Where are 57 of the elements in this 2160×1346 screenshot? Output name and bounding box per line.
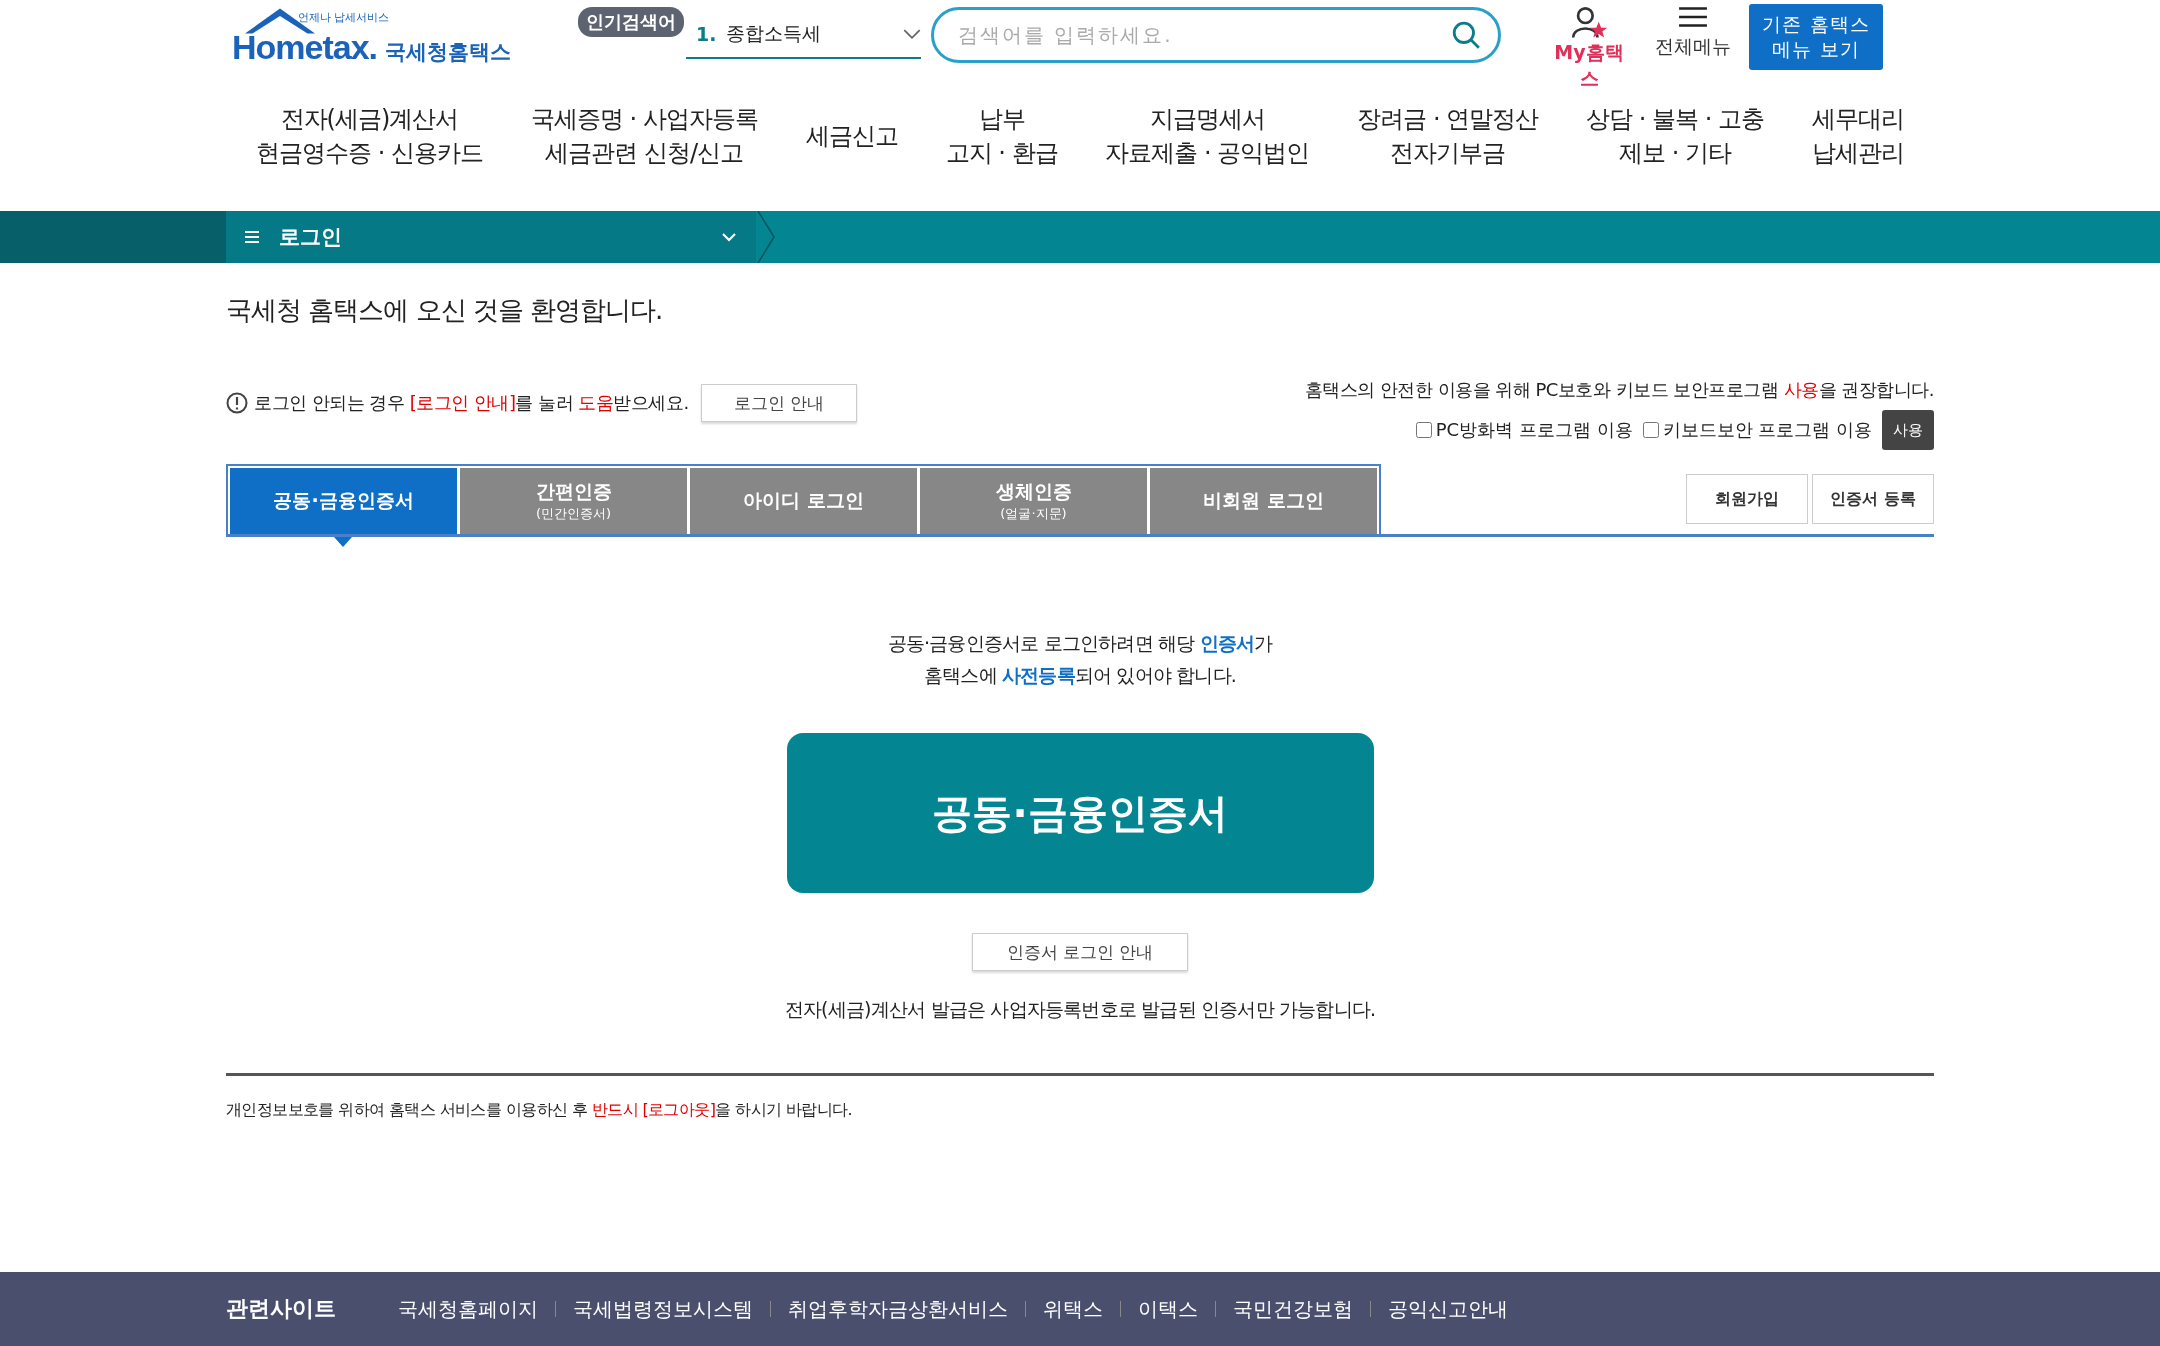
nav-menu-item[interactable]: 납부 고지 · 환급 xyxy=(945,102,1058,172)
privacy-notice-text: 개인정보보호를 위하여 홈택스 서비스를 이용하신 후 반드시 [로그아웃]을 하시기 바랍니다. xyxy=(226,1100,853,1121)
nav-menu-item[interactable]: 전자(세금)계산서 현금영수증 · 신용카드 xyxy=(256,102,483,172)
nav-menu-item[interactable]: 세금신고 xyxy=(805,102,898,172)
logo-name: 국세청홈택스 xyxy=(385,39,512,66)
related-site-link[interactable]: 위택스 xyxy=(1043,1295,1103,1323)
user-star-icon xyxy=(1570,6,1608,40)
all-menu-button[interactable]: 전체메뉴 xyxy=(1651,6,1735,60)
login-tab[interactable]: 비회원 로그인 xyxy=(1150,468,1377,534)
related-site-link[interactable]: 국세법령정보시스템 xyxy=(573,1295,753,1323)
related-site-link[interactable]: 국세청홈페이지 xyxy=(398,1295,538,1323)
instruction-text: 공동·금융인증서로 로그인하려면 해당 인증서가 xyxy=(886,631,1274,656)
checkbox-label: PC방화벽 프로그램 이용 xyxy=(1435,418,1633,442)
menu-icon xyxy=(245,231,259,243)
side-button[interactable]: 인증서 등록 xyxy=(1812,474,1934,524)
logo-wordmark: Hometax. xyxy=(232,28,378,67)
hometax-logo[interactable]: 언제나 납세서비스 Hometax. 국세청홈택스 xyxy=(226,4,526,76)
related-site-link[interactable]: 취업후학자금상환서비스 xyxy=(788,1295,1008,1323)
login-guide-button[interactable]: 로그인 안내 xyxy=(700,384,858,422)
popular-term-dropdown[interactable]: 1. 종합소득세 xyxy=(686,7,921,59)
checkbox-label: 키보드보안 프로그램 이용 xyxy=(1662,418,1872,442)
related-site-link[interactable]: 국민건강보험 xyxy=(1233,1295,1353,1323)
instruction-text: 홈택스에 사전등록되어 있어야 합니다. xyxy=(922,663,1238,688)
login-tab[interactable]: 아이디 로그인 xyxy=(690,468,917,534)
menu-icon xyxy=(1678,6,1708,28)
popular-search-badge: 인기검색어 xyxy=(578,7,684,37)
nav-menu-item[interactable]: 상담 · 불복 · 고충 제보 · 기타 xyxy=(1586,102,1764,172)
certificate-guide-button[interactable]: 인증서 로그인 안내 xyxy=(971,933,1189,971)
certificate-login-button[interactable]: 공동·금융인증서 xyxy=(786,733,1374,893)
security-recommendation-text: 홈택스의 안전한 이용을 위해 PC보호와 키보드 보안프로그램 사용을 권장합니다. xyxy=(1304,378,1934,402)
breadcrumb-dropdown[interactable]: 로그인 xyxy=(0,211,756,263)
search-icon[interactable] xyxy=(1451,20,1481,50)
chevron-down-icon xyxy=(722,232,736,242)
nav-menu-item[interactable]: 국세증명 · 사업자등록 세금관련 신청/신고 xyxy=(530,102,758,172)
welcome-heading: 국세청 홈택스에 오신 것을 환영합니다. xyxy=(226,294,664,327)
legacy-menu-button[interactable]: 기존 홈택스 메뉴 보기 xyxy=(1749,4,1883,70)
nav-menu-item[interactable]: 지급명세서 자료제출 · 공익법인 xyxy=(1105,102,1310,172)
checkbox[interactable] xyxy=(1415,422,1432,438)
related-site-link[interactable]: 이택스 xyxy=(1138,1295,1198,1323)
logo-tagline: 언제나 납세서비스 xyxy=(298,10,390,25)
side-button[interactable]: 회원가입 xyxy=(1686,474,1808,524)
login-help-text: 로그인 안되는 경우 [로그인 안내]를 눌러 도움받으세요. xyxy=(254,391,689,415)
notice-text: 전자(세금)계산서 발급은 사업자등록번호로 발급된 인증서만 가능합니다. xyxy=(783,997,1377,1022)
nav-menu-item[interactable]: 세무대리 납세관리 xyxy=(1811,102,1904,172)
login-tab[interactable]: 생체인증 (얼굴·지문) xyxy=(920,468,1147,534)
apply-button[interactable]: 사용 xyxy=(1882,410,1934,450)
info-icon xyxy=(226,392,248,414)
my-hometax-link[interactable]: My홈택스 xyxy=(1547,6,1631,92)
related-site-link[interactable]: 공익신고안내 xyxy=(1388,1295,1508,1323)
checkbox[interactable] xyxy=(1642,422,1659,438)
search-field[interactable]: 검색어를 입력하세요. xyxy=(931,7,1501,63)
breadcrumb-separator-icon xyxy=(756,211,776,263)
chevron-down-icon xyxy=(903,28,921,40)
footer-title: 관련사이트 xyxy=(226,1295,336,1323)
login-tab[interactable]: 간편인증 (민간인증서) xyxy=(460,468,687,534)
nav-menu-item[interactable]: 장려금 · 연말정산 전자기부금 xyxy=(1357,102,1539,172)
selected-tab-pointer-icon xyxy=(334,537,352,547)
